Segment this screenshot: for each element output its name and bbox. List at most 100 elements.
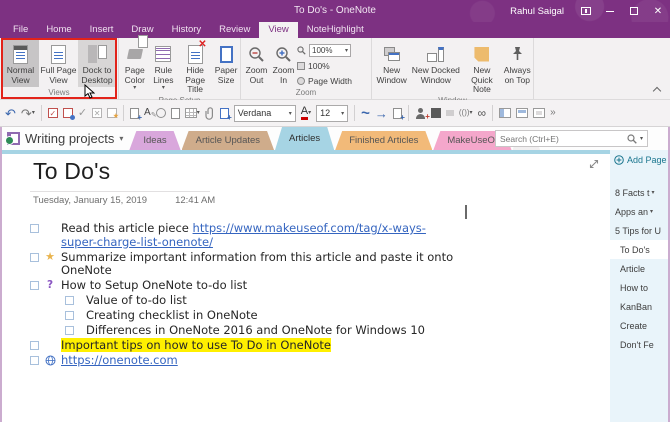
color-swatch-icon[interactable]: [431, 108, 441, 118]
todo-checkbox[interactable]: [65, 296, 74, 305]
normal-view-label: Normal View: [3, 66, 38, 85]
tab-insert[interactable]: Insert: [81, 22, 123, 38]
zoom-out-button[interactable]: Zoom Out: [243, 40, 270, 87]
section-tab-article-updates[interactable]: Article Updates: [182, 131, 274, 150]
page-item[interactable]: How to: [610, 278, 668, 297]
audio-playback-icon[interactable]: [446, 110, 454, 116]
tab-file[interactable]: File: [4, 22, 37, 38]
search-scope-caret-icon[interactable]: ▾: [640, 135, 643, 142]
todo-link[interactable]: https://onenote.com: [61, 353, 178, 367]
zoom-100-button[interactable]: 100%: [297, 59, 369, 72]
link-icon[interactable]: ∞: [478, 107, 487, 119]
normal-view-button[interactable]: Normal View: [2, 40, 39, 87]
todo-checkbox[interactable]: [65, 311, 74, 320]
todo-item[interactable]: Value of to-do list: [65, 294, 454, 308]
todo-item[interactable]: Read this article piece https://www.make…: [30, 222, 454, 249]
todo-checkbox[interactable]: [30, 341, 39, 350]
remove-tag-icon[interactable]: ✕: [92, 108, 102, 118]
expand-page-list-icon[interactable]: [588, 158, 600, 170]
collapse-chevron-icon[interactable]: ▾: [652, 189, 655, 196]
new-docked-window-button[interactable]: New Docked Window: [410, 40, 461, 95]
zoom-level-combobox[interactable]: 100% ▾: [309, 44, 351, 57]
tab-review[interactable]: Review: [210, 22, 259, 38]
todo-item[interactable]: https://onenote.com: [30, 354, 454, 368]
collapse-chevron-icon[interactable]: ▾: [650, 208, 653, 215]
page-title[interactable]: To Do's: [33, 158, 110, 185]
page-item[interactable]: Don't Fe: [610, 335, 668, 354]
zoom-in-button[interactable]: Zoom In: [270, 40, 297, 87]
arrow-right-icon[interactable]: →: [375, 107, 388, 120]
insert-picture-icon[interactable]: +: [220, 108, 229, 119]
account-name[interactable]: Rahul Saigal: [510, 6, 564, 17]
page-item[interactable]: Article: [610, 259, 668, 278]
find-tags-icon[interactable]: ★: [107, 108, 117, 118]
tab-view[interactable]: View: [259, 22, 297, 38]
tab-notehighlight[interactable]: NoteHighlight: [298, 22, 373, 38]
page-canvas[interactable]: To Do's Tuesday, January 15, 2019 12:41 …: [2, 154, 610, 422]
todo-checkbox[interactable]: [30, 356, 39, 365]
insert-space-icon[interactable]: +: [130, 108, 139, 119]
always-on-top-button[interactable]: Always on Top: [503, 40, 532, 95]
tab-home[interactable]: Home: [37, 22, 80, 38]
close-button[interactable]: ✕: [646, 0, 670, 22]
new-window-button[interactable]: New Window: [373, 40, 410, 95]
page-color-button[interactable]: Page Color ▾: [120, 40, 150, 95]
collapse-ribbon-icon[interactable]: [653, 87, 661, 95]
todo-item[interactable]: ★ Summarize important information from t…: [30, 251, 454, 278]
new-quick-note-button[interactable]: New Quick Note: [461, 40, 502, 95]
full-page-view-button[interactable]: Full Page View: [39, 40, 78, 87]
dock-center-icon[interactable]: [533, 108, 545, 118]
person-add-icon[interactable]: +: [415, 108, 426, 119]
dock-left-icon[interactable]: [499, 108, 511, 118]
todo-checkbox[interactable]: [30, 281, 39, 290]
font-name-combobox[interactable]: Verdana ▾: [234, 105, 296, 122]
notebook-switcher[interactable]: Writing projects ▾: [0, 127, 129, 150]
dock-to-desktop-button[interactable]: Dock to Desktop: [78, 40, 116, 87]
maximize-button[interactable]: [622, 0, 646, 22]
page-item[interactable]: 5 Tips for U: [610, 221, 668, 240]
swatch-glyph: [431, 108, 441, 118]
font-color-button[interactable]: A▾: [301, 106, 311, 120]
pen-swoosh-icon[interactable]: ~: [361, 106, 370, 121]
todo-tag-icon[interactable]: ✓: [48, 108, 58, 118]
redo-icon[interactable]: ↷▾: [21, 107, 35, 120]
todo-item[interactable]: Differences in OneNote 2016 and OneNote …: [65, 324, 454, 338]
document-icon[interactable]: [171, 108, 180, 119]
page-item[interactable]: 8 Facts t▾: [610, 183, 668, 202]
tab-history[interactable]: History: [163, 22, 211, 38]
section-tab-articles[interactable]: Articles: [275, 127, 334, 150]
todo-item[interactable]: Creating checklist in OneNote: [65, 309, 454, 323]
todo-checkbox[interactable]: [30, 253, 39, 262]
stamp-icon[interactable]: [156, 108, 166, 118]
todo-item[interactable]: ? How to Setup OneNote to-do list: [30, 279, 454, 293]
font-size-combobox[interactable]: 12 ▾: [316, 105, 348, 122]
add-page-button[interactable]: Add Page: [610, 150, 668, 169]
search-input[interactable]: [500, 134, 624, 144]
ribbon-display-options-button[interactable]: [574, 0, 598, 22]
section-tab-ideas[interactable]: Ideas: [129, 131, 180, 150]
edit-style-icon[interactable]: A✎: [144, 108, 151, 118]
paper-size-button[interactable]: Paper Size: [213, 40, 239, 95]
customize-tags-icon[interactable]: [63, 108, 73, 118]
todo-checkbox[interactable]: [65, 326, 74, 335]
page-item[interactable]: Create: [610, 316, 668, 335]
attach-file-icon[interactable]: [205, 107, 215, 120]
search-box[interactable]: ▾: [495, 130, 648, 147]
page-item[interactable]: Apps an▾: [610, 202, 668, 221]
undo-icon[interactable]: ↶: [5, 107, 16, 120]
hide-page-title-button[interactable]: ✕ Hide Page Title: [177, 40, 213, 95]
more-commands-icon[interactable]: »: [550, 108, 556, 118]
table-icon[interactable]: ▾: [185, 108, 200, 118]
todo-checkbox[interactable]: [30, 224, 39, 233]
record-audio-icon[interactable]: (())▾: [459, 109, 473, 117]
section-tab-finished-articles[interactable]: Finished Articles: [335, 131, 432, 150]
mark-complete-icon[interactable]: ✓: [78, 108, 87, 119]
rule-lines-button[interactable]: Rule Lines ▾: [150, 40, 178, 95]
minimize-button[interactable]: [598, 0, 622, 22]
todo-item[interactable]: Important tips on how to use To Do in On…: [30, 339, 454, 353]
page-width-button[interactable]: Page Width: [297, 74, 369, 87]
page-item-selected[interactable]: To Do's: [610, 240, 668, 259]
dock-full-icon[interactable]: [516, 108, 528, 118]
share-page-icon[interactable]: +: [393, 108, 402, 119]
page-item[interactable]: KanBan: [610, 297, 668, 316]
